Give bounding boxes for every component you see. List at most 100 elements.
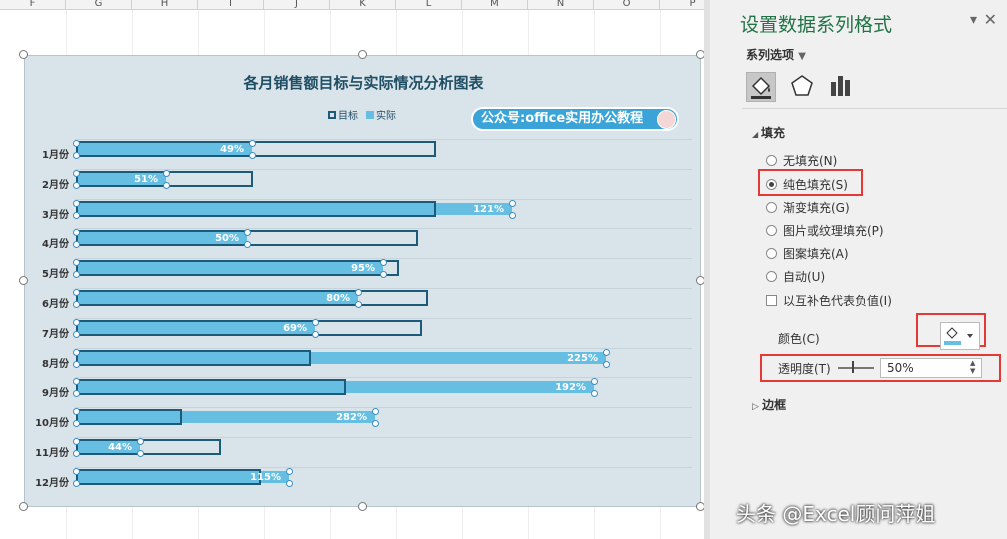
selection-point[interactable] bbox=[73, 241, 80, 249]
spin-buttons[interactable]: ▲ ▼ bbox=[970, 359, 975, 375]
selection-point[interactable] bbox=[73, 467, 80, 475]
selection-point[interactable] bbox=[312, 330, 319, 338]
selection-point[interactable] bbox=[73, 140, 80, 147]
selection-point[interactable] bbox=[73, 271, 80, 279]
column-header-P[interactable]: P bbox=[660, 0, 704, 10]
column-header-K[interactable]: K bbox=[330, 0, 396, 10]
selection-point[interactable] bbox=[312, 318, 319, 326]
bar-target[interactable] bbox=[76, 468, 261, 485]
fill-option-picture[interactable]: 图片或纹理填充(P) bbox=[766, 222, 884, 239]
selection-point[interactable] bbox=[603, 348, 610, 356]
selection-point[interactable] bbox=[286, 479, 293, 487]
fill-option-none[interactable]: 无填充(N) bbox=[766, 152, 837, 169]
data-label[interactable]: 282% bbox=[327, 412, 367, 423]
invert-if-negative-option[interactable]: 以互补色代表负值(I) bbox=[766, 292, 892, 309]
chart-title[interactable]: 各月销售额目标与实际情况分析图表 bbox=[25, 72, 702, 93]
selection-point[interactable] bbox=[163, 181, 170, 189]
selection-point[interactable] bbox=[244, 241, 251, 249]
data-label[interactable]: 121% bbox=[464, 204, 504, 215]
bar-target[interactable] bbox=[76, 349, 311, 366]
selection-point[interactable] bbox=[73, 199, 80, 207]
selection-point[interactable] bbox=[137, 450, 144, 457]
data-label[interactable]: 49% bbox=[204, 144, 244, 155]
column-header-L[interactable]: L bbox=[396, 0, 462, 10]
fill-option-gradient[interactable]: 渐变填充(G) bbox=[766, 199, 850, 216]
border-section-header[interactable]: ▷ 边框 bbox=[752, 396, 786, 413]
selection-point[interactable] bbox=[137, 438, 144, 445]
transparency-slider-handle[interactable] bbox=[852, 361, 854, 373]
column-header-F[interactable]: F bbox=[0, 0, 66, 10]
selection-point[interactable] bbox=[73, 420, 80, 428]
radio-gradient[interactable] bbox=[766, 202, 777, 213]
spreadsheet-area[interactable]: FGHIJKLMNOP 各月销售额目标与实际情况分析图表 目标 实际 公众号:o… bbox=[0, 0, 704, 539]
panel-options-dropdown-icon[interactable]: ▾ bbox=[970, 12, 977, 28]
invert-if-negative-checkbox[interactable] bbox=[766, 295, 777, 306]
column-header-G[interactable]: G bbox=[66, 0, 132, 10]
selection-point[interactable] bbox=[73, 330, 80, 338]
series-options-dropdown[interactable]: 系列选项 ▼ bbox=[746, 46, 806, 63]
column-header-J[interactable]: J bbox=[264, 0, 330, 10]
close-icon[interactable]: ✕ bbox=[984, 10, 997, 29]
column-header-N[interactable]: N bbox=[528, 0, 594, 10]
chart-resize-handle[interactable] bbox=[696, 276, 704, 285]
data-label[interactable]: 95% bbox=[335, 263, 375, 274]
chart-resize-handle[interactable] bbox=[357, 50, 367, 59]
selection-point[interactable] bbox=[73, 289, 80, 296]
data-label[interactable]: 51% bbox=[118, 174, 158, 185]
transparency-slider-track[interactable] bbox=[838, 367, 874, 369]
color-picker-button[interactable] bbox=[940, 322, 980, 350]
chart-area[interactable]: 各月销售额目标与实际情况分析图表 目标 实际 公众号:office实用办公教程 … bbox=[24, 55, 701, 507]
fill-section-header[interactable]: ◢ 填充 bbox=[752, 124, 785, 141]
selection-point[interactable] bbox=[372, 408, 379, 416]
radio-picture[interactable] bbox=[766, 225, 777, 236]
chart-resize-handle[interactable] bbox=[19, 50, 28, 59]
fill-option-auto[interactable]: 自动(U) bbox=[766, 268, 825, 285]
selection-point[interactable] bbox=[163, 169, 170, 177]
bar-target[interactable] bbox=[76, 409, 182, 426]
bar-target[interactable] bbox=[76, 290, 428, 306]
bar-target[interactable] bbox=[76, 141, 436, 157]
chart-legend[interactable]: 目标 实际 bbox=[328, 107, 404, 122]
selection-point[interactable] bbox=[73, 390, 80, 398]
selection-point[interactable] bbox=[73, 479, 80, 487]
column-header-M[interactable]: M bbox=[462, 0, 528, 10]
selection-point[interactable] bbox=[73, 301, 80, 308]
bar-target[interactable] bbox=[76, 379, 346, 396]
chart-resize-handle[interactable] bbox=[19, 502, 28, 511]
data-label[interactable]: 80% bbox=[310, 293, 350, 304]
column-header-O[interactable]: O bbox=[594, 0, 660, 10]
effects-tab[interactable] bbox=[788, 72, 818, 102]
selection-point[interactable] bbox=[509, 211, 516, 219]
bar-target[interactable] bbox=[76, 319, 422, 336]
radio-none[interactable] bbox=[766, 155, 777, 166]
column-header-I[interactable]: I bbox=[198, 0, 264, 10]
selection-point[interactable] bbox=[73, 348, 80, 356]
selection-point[interactable] bbox=[249, 140, 256, 147]
fill-line-tab[interactable] bbox=[746, 72, 776, 102]
selection-point[interactable] bbox=[591, 390, 598, 398]
selection-point[interactable] bbox=[372, 420, 379, 428]
selection-point[interactable] bbox=[73, 450, 80, 457]
data-label[interactable]: 50% bbox=[199, 233, 239, 244]
chart-resize-handle[interactable] bbox=[696, 50, 704, 59]
data-label[interactable]: 225% bbox=[558, 353, 598, 364]
data-label[interactable]: 115% bbox=[241, 472, 281, 483]
selection-point[interactable] bbox=[591, 378, 598, 386]
chart-resize-handle[interactable] bbox=[696, 502, 704, 511]
selection-point[interactable] bbox=[73, 438, 80, 445]
selection-point[interactable] bbox=[509, 199, 516, 207]
selection-point[interactable] bbox=[73, 169, 80, 177]
selection-point[interactable] bbox=[73, 152, 80, 159]
selection-point[interactable] bbox=[380, 271, 387, 279]
series-options-tab[interactable] bbox=[826, 72, 856, 102]
data-label[interactable]: 44% bbox=[92, 442, 132, 453]
fill-option-pattern[interactable]: 图案填充(A) bbox=[766, 245, 849, 262]
selection-point[interactable] bbox=[73, 360, 80, 368]
selection-point[interactable] bbox=[355, 289, 362, 296]
chart-resize-handle[interactable] bbox=[357, 502, 367, 511]
selection-point[interactable] bbox=[603, 360, 610, 368]
radio-pattern[interactable] bbox=[766, 248, 777, 259]
selection-point[interactable] bbox=[286, 467, 293, 475]
chart-resize-handle[interactable] bbox=[19, 276, 28, 285]
selection-point[interactable] bbox=[73, 211, 80, 219]
